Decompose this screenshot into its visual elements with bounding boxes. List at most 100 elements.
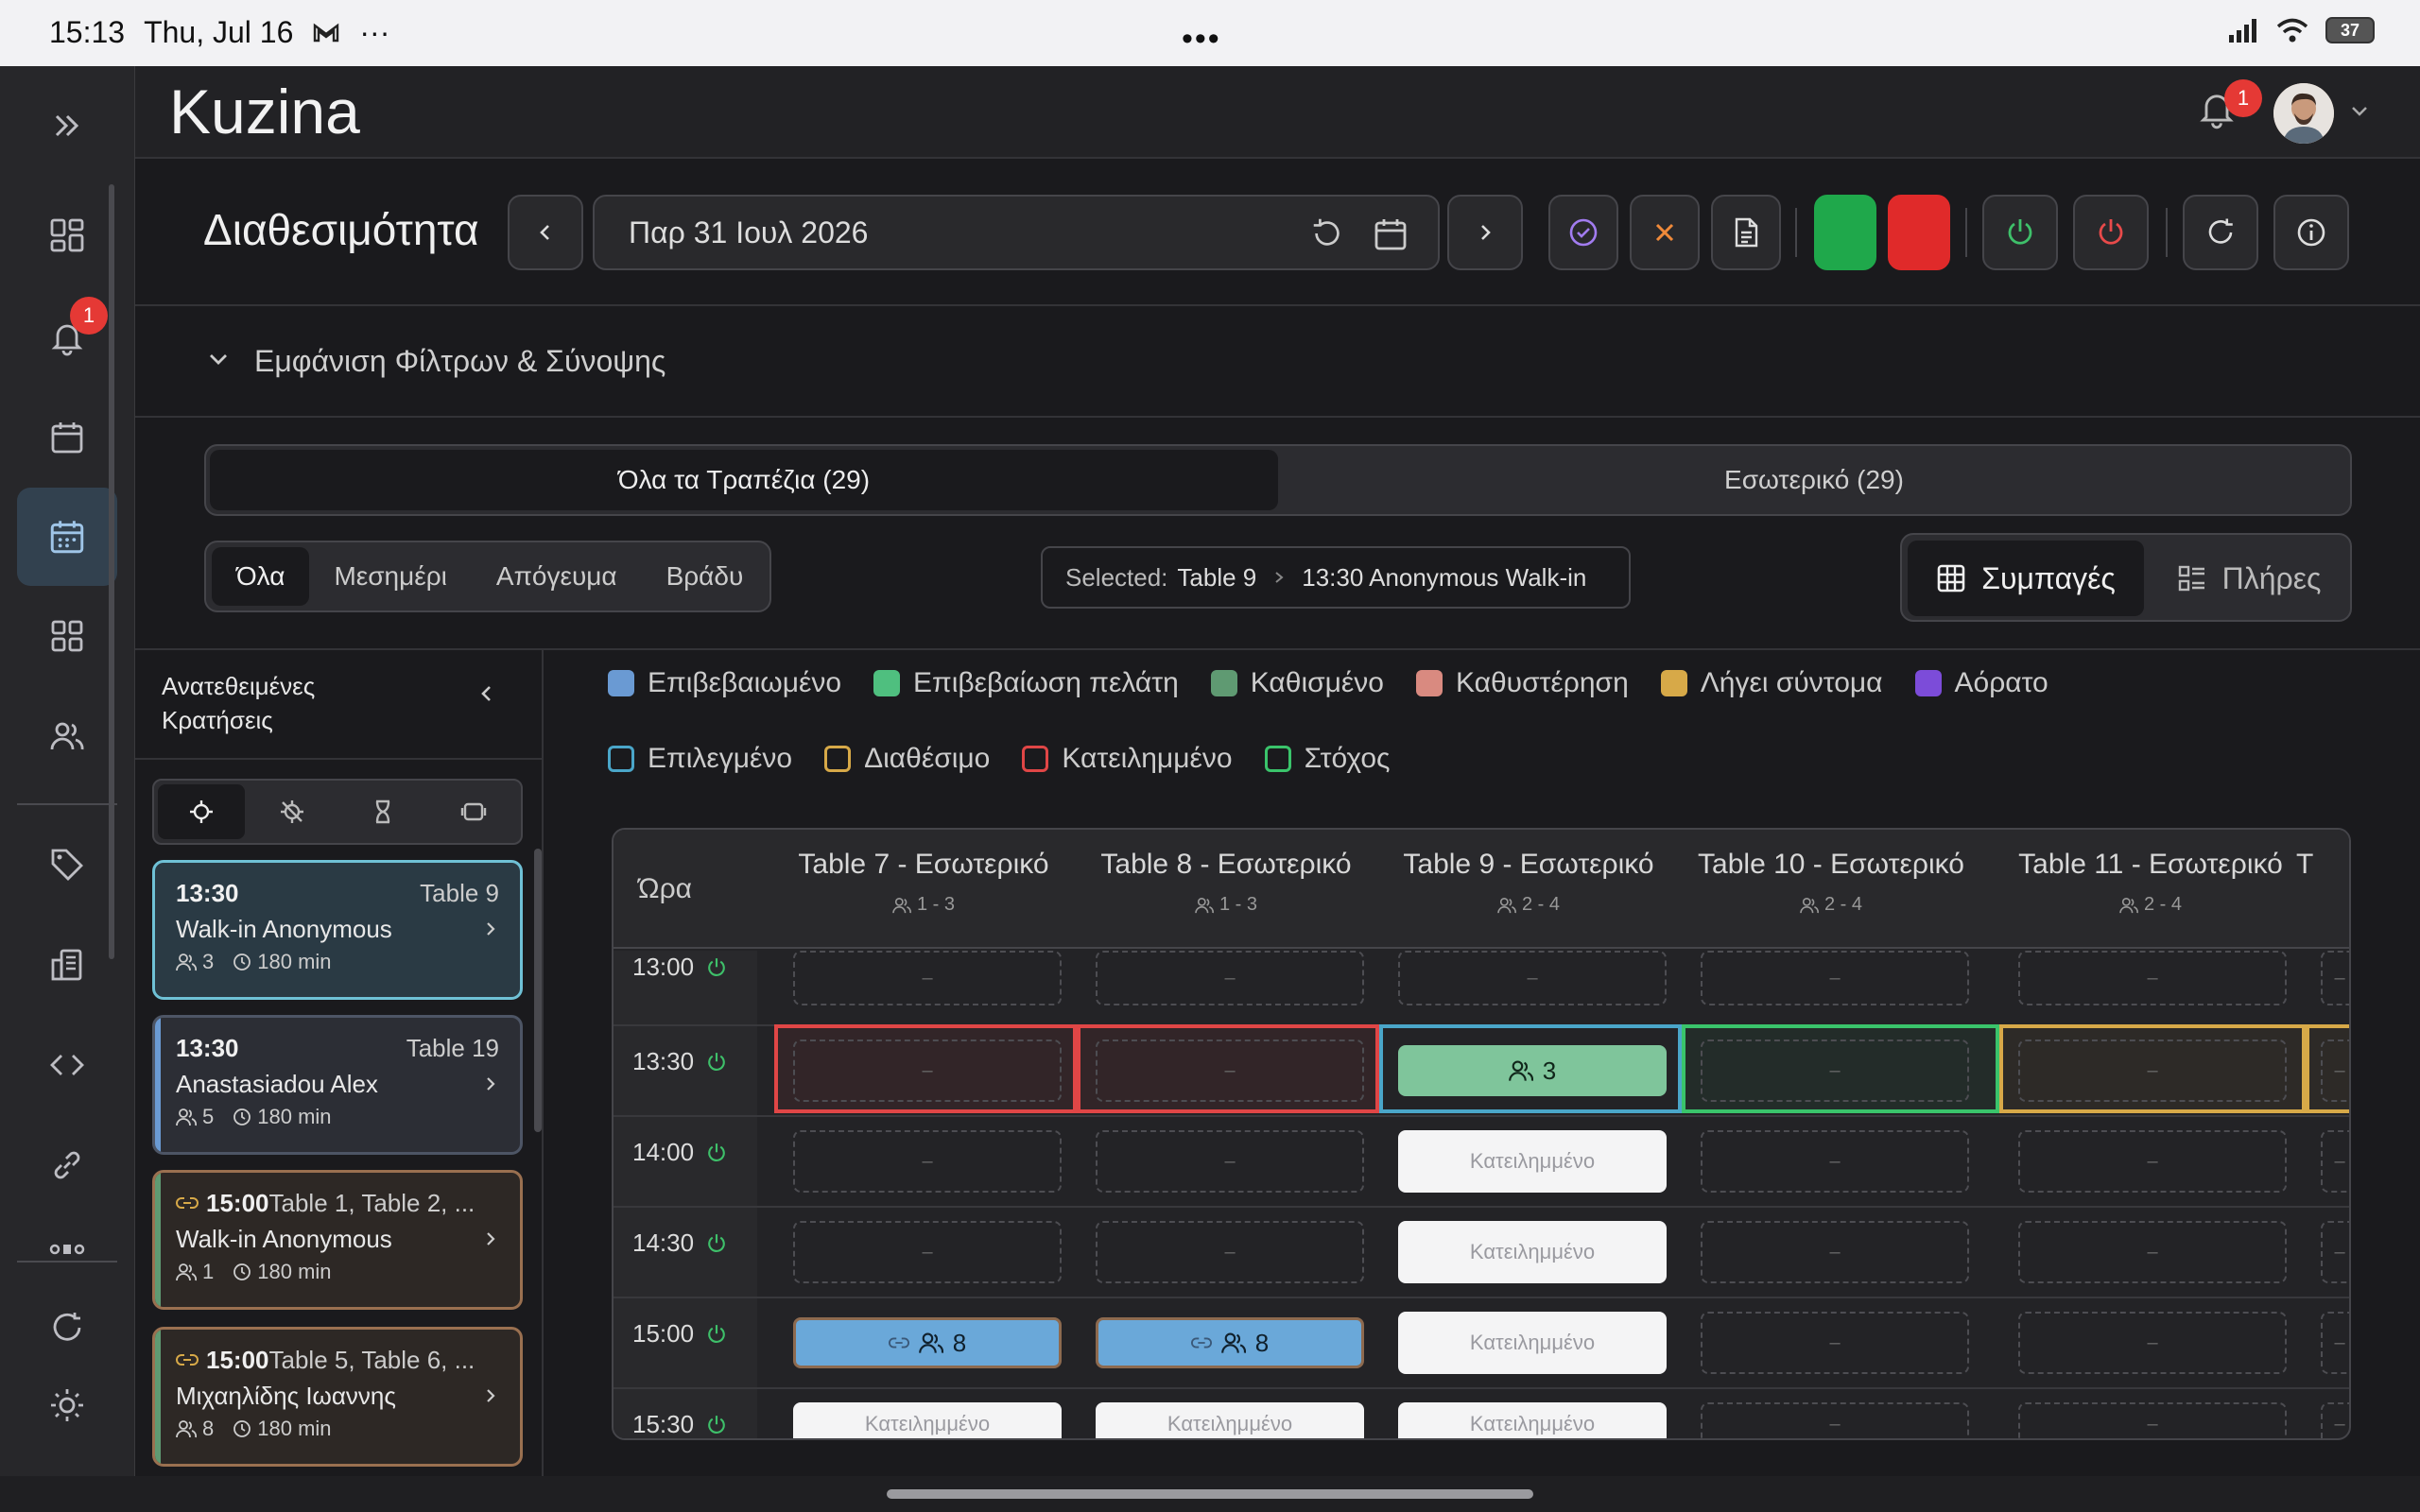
theme-sun-icon[interactable] [40, 1378, 95, 1433]
table-column-header[interactable]: Table 7 - Εσωτερικό 1 - 3 [772, 849, 1075, 916]
filter-active-icon[interactable] [158, 784, 245, 839]
empty-slot[interactable]: – [2018, 1402, 2287, 1438]
previous-day-button[interactable] [508, 195, 583, 270]
empty-slot[interactable]: – [1096, 1221, 1364, 1283]
header-notifications-icon[interactable]: 1 [2196, 79, 2262, 134]
notifications-icon[interactable]: 1 [40, 297, 108, 365]
empty-slot[interactable]: – [2018, 951, 2287, 1005]
empty-slot[interactable]: – [2018, 1221, 2287, 1283]
occupied-slot[interactable]: Κατειλημμένο [793, 1402, 1062, 1438]
report-button[interactable] [1711, 195, 1781, 270]
code-icon[interactable] [40, 1038, 95, 1092]
view-compact[interactable]: Συμπαγές [1908, 541, 2144, 616]
empty-slot[interactable]: – [2321, 1040, 2349, 1102]
view-full[interactable]: Πλήρες [2150, 541, 2348, 616]
table-column-header[interactable]: Table 8 - Εσωτερικό 1 - 3 [1075, 849, 1377, 916]
collapse-panel-icon[interactable] [475, 682, 498, 705]
calendar-picker-icon[interactable] [1372, 215, 1409, 253]
expand-sidebar-icon[interactable] [40, 98, 95, 153]
empty-slot[interactable]: – [1398, 951, 1667, 1005]
info-button[interactable] [2273, 195, 2349, 270]
next-day-button[interactable] [1447, 195, 1523, 270]
tables-grid-icon[interactable] [40, 609, 95, 663]
buildings-icon[interactable] [40, 937, 95, 992]
avatar[interactable] [2273, 83, 2334, 144]
booking-card[interactable]: 13:30 Table 9 Walk-in Anonymous 3 180 min [152, 860, 523, 1000]
empty-slot[interactable]: – [1701, 951, 1969, 1005]
confirm-all-button[interactable] [1548, 195, 1618, 270]
table-column-header[interactable]: Table 11 - Εσωτερικό 2 - 4 [1999, 849, 2302, 916]
green-status-button[interactable] [1814, 195, 1876, 270]
connections-icon[interactable] [40, 1221, 95, 1276]
empty-slot[interactable]: – [2321, 951, 2349, 1005]
empty-slot[interactable]: – [2321, 1402, 2349, 1438]
slot-power-icon[interactable] [705, 1323, 728, 1346]
empty-slot[interactable]: – [793, 951, 1062, 1005]
filters-summary-toggle[interactable]: Εμφάνιση Φίλτρων & Σύνοψης [135, 306, 2420, 418]
booking-duration: 180 min [257, 950, 332, 973]
availability-calendar-icon[interactable] [17, 488, 117, 586]
table-column-header[interactable]: T [2296, 849, 2349, 881]
empty-slot[interactable]: – [2321, 1130, 2349, 1193]
table-column-header[interactable]: Table 9 - Εσωτερικό 2 - 4 [1377, 849, 1680, 916]
slot-power-icon[interactable] [705, 1414, 728, 1436]
customers-icon[interactable] [40, 709, 95, 764]
open-all-power-button[interactable] [1982, 195, 2058, 270]
empty-slot[interactable]: – [1701, 1130, 1969, 1193]
empty-slot[interactable]: – [2321, 1221, 2349, 1283]
booking-card[interactable]: 13:30 Table 19 Anastasiadou Alex 5 180 min [152, 1015, 523, 1155]
period-dinner[interactable]: Βράδυ [642, 547, 769, 606]
empty-slot[interactable]: – [1701, 1402, 1969, 1438]
empty-slot[interactable]: – [1096, 1040, 1364, 1102]
empty-slot[interactable]: – [1701, 1221, 1969, 1283]
booking-card[interactable]: 15:00 Table 5, Table 6, ... Μιχαηλίδης Ιω… [152, 1327, 523, 1467]
refresh-button[interactable] [2183, 195, 2258, 270]
period-lunch[interactable]: Μεσημέρι [309, 547, 471, 606]
cancel-all-button[interactable] [1630, 195, 1700, 270]
slot-power-icon[interactable] [705, 1051, 728, 1074]
empty-slot[interactable]: – [2018, 1040, 2287, 1102]
empty-slot[interactable]: – [793, 1221, 1062, 1283]
multitask-dots-icon[interactable]: ••• [1182, 21, 1221, 58]
filter-all-layers-icon[interactable] [430, 784, 517, 839]
period-all[interactable]: Όλα [212, 547, 310, 606]
calendar-icon[interactable] [40, 410, 95, 465]
occupied-slot[interactable]: Κατειλημμένο [1398, 1130, 1667, 1193]
linked-booking-block[interactable]: 8 [793, 1317, 1062, 1368]
tag-icon[interactable] [40, 837, 95, 892]
table-column-header[interactable]: Table 10 - Εσωτερικό 2 - 4 [1680, 849, 1982, 916]
period-afternoon[interactable]: Απόγευμα [472, 547, 642, 606]
empty-slot[interactable]: – [2321, 1312, 2349, 1374]
occupied-slot[interactable]: Κατειλημμένο [1398, 1312, 1667, 1374]
tab-all-tables[interactable]: Όλα τα Τραπέζια (29) [210, 450, 1278, 510]
filter-inactive-icon[interactable] [249, 784, 336, 839]
empty-slot[interactable]: – [793, 1130, 1062, 1193]
account-dropdown-icon[interactable] [2349, 100, 2370, 121]
booking-card[interactable]: 15:00 Table 1, Table 2, ... Walk-in Anony… [152, 1170, 523, 1310]
seated-booking-block[interactable]: 3 [1398, 1045, 1667, 1096]
dashboard-icon[interactable] [40, 208, 95, 263]
slot-power-icon[interactable] [705, 1142, 728, 1164]
link-icon[interactable] [40, 1138, 95, 1193]
empty-slot[interactable]: – [2018, 1312, 2287, 1374]
filter-waiting-hourglass-icon[interactable] [339, 784, 426, 839]
empty-slot[interactable]: – [1701, 1040, 1969, 1102]
close-all-power-button[interactable] [2073, 195, 2149, 270]
empty-slot[interactable]: – [793, 1040, 1062, 1102]
slot-power-icon[interactable] [705, 1232, 728, 1255]
linked-booking-block[interactable]: 8 [1096, 1317, 1364, 1368]
red-status-button[interactable] [1888, 195, 1950, 270]
slot-power-icon[interactable] [705, 956, 728, 979]
tab-indoor[interactable]: Εσωτερικό (29) [1278, 450, 2350, 510]
empty-slot[interactable]: – [1096, 951, 1364, 1005]
empty-slot[interactable]: – [2018, 1130, 2287, 1193]
refresh-icon[interactable] [40, 1300, 95, 1355]
empty-slot[interactable]: – [1096, 1130, 1364, 1193]
empty-slot[interactable]: – [1701, 1312, 1969, 1374]
occupied-slot[interactable]: Κατειλημμένο [1096, 1402, 1364, 1438]
occupied-slot[interactable]: Κατειλημμένο [1398, 1221, 1667, 1283]
reset-date-icon[interactable] [1309, 215, 1345, 251]
date-field[interactable]: Παρ 31 Ιουλ 2026 [593, 195, 1440, 270]
occupied-slot[interactable]: Κατειλημμένο [1398, 1402, 1667, 1438]
home-indicator[interactable] [887, 1489, 1533, 1499]
